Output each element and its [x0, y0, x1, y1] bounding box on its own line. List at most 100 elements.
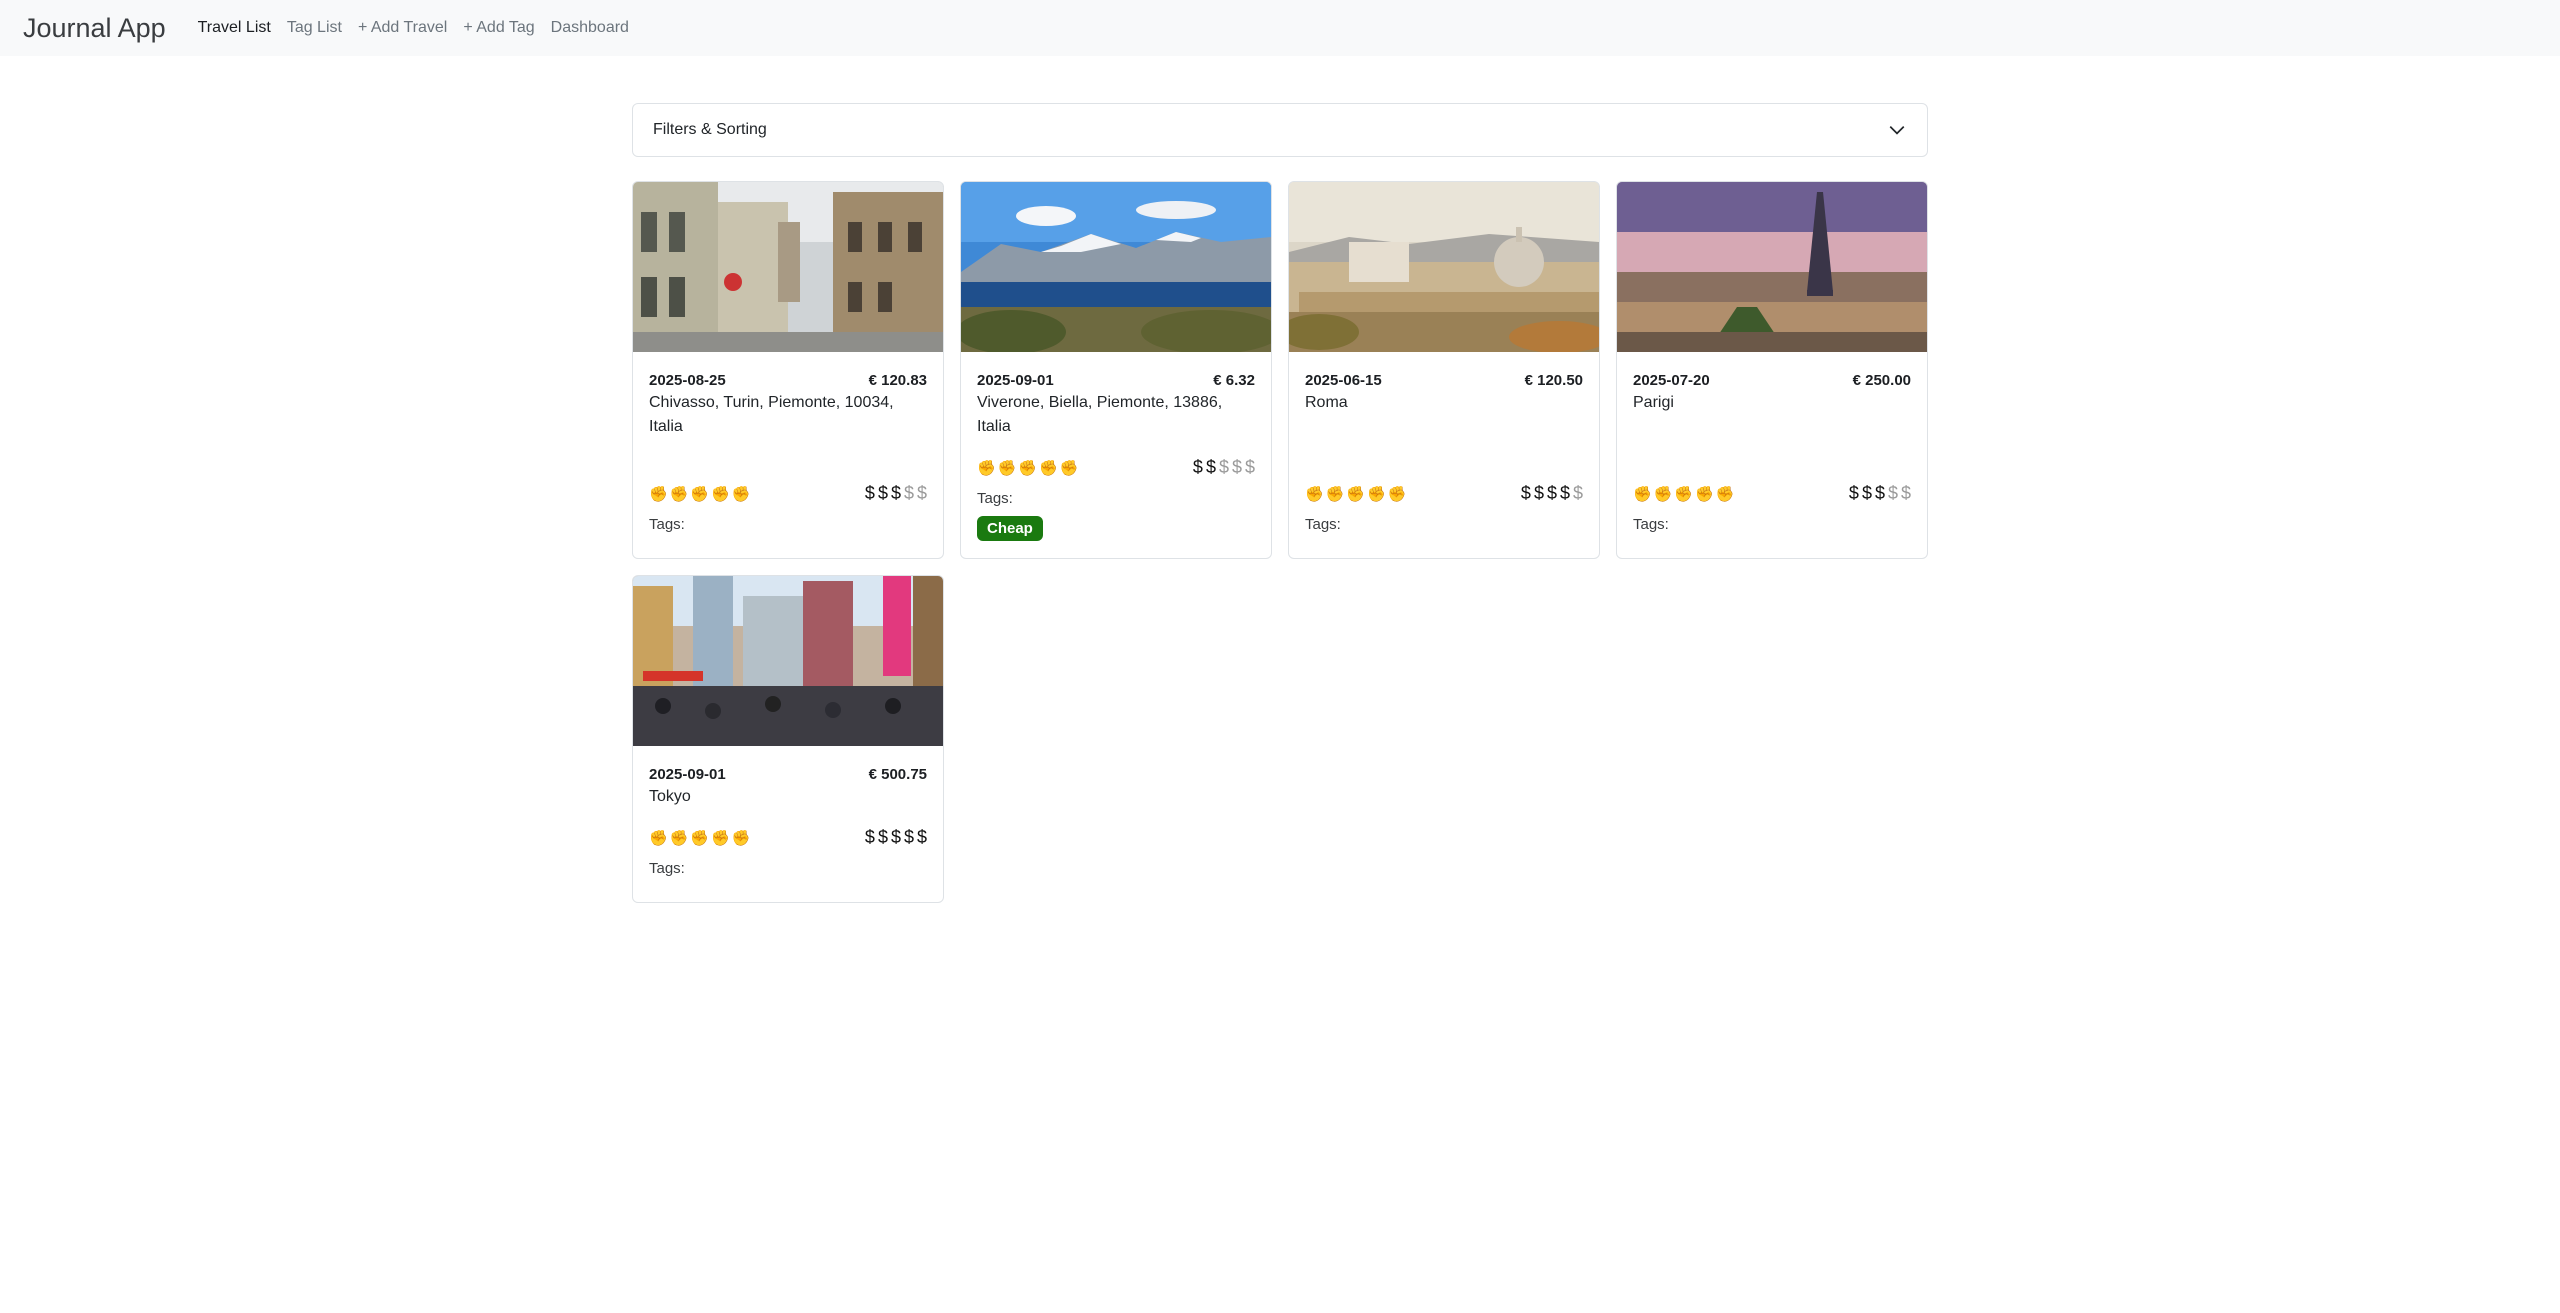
travel-price: € 250.00: [1852, 372, 1911, 389]
travel-price: € 120.50: [1524, 372, 1583, 389]
dollar-icon: $: [864, 483, 875, 503]
fist-icon: ✊: [731, 485, 751, 503]
dollar-icon: $: [1192, 457, 1203, 477]
travel-photo: [633, 182, 943, 352]
card-body: 2025-07-20 € 250.00 Parigi: [1617, 352, 1927, 415]
card-body: 2025-08-25 € 120.83 Chivasso, Turin, Pie…: [633, 352, 943, 439]
dollar-icon: $: [877, 483, 888, 503]
travel-card[interactable]: 2025-08-25 € 120.83 Chivasso, Turin, Pie…: [632, 181, 944, 559]
nav-tag-list[interactable]: Tag List: [287, 19, 342, 37]
fist-icon: ✊: [690, 485, 710, 503]
filters-label: Filters & Sorting: [653, 121, 767, 138]
fist-icon: ✊: [1325, 485, 1345, 503]
dollar-icon: $: [1900, 483, 1911, 503]
dollar-icon: $: [903, 483, 914, 503]
card-body: 2025-09-01 € 6.32 Viverone, Biella, Piem…: [961, 352, 1271, 439]
rating-dollars: $ $ $ $ $: [1521, 483, 1583, 504]
travel-card[interactable]: 2025-09-01 € 6.32 Viverone, Biella, Piem…: [960, 181, 1272, 559]
rating-fists: ✊ ✊ ✊ ✊ ✊: [1633, 485, 1734, 503]
rating-dollars: $ $ $ $ $: [1193, 457, 1255, 478]
tag-badge-cheap[interactable]: Cheap: [977, 516, 1043, 541]
travel-card[interactable]: 2025-09-01 € 500.75 Tokyo ✊ ✊ ✊ ✊ ✊ $ $ $ $ $ Ta…: [632, 575, 944, 903]
dollar-icon: $: [1559, 483, 1570, 503]
fist-icon: ✊: [977, 459, 996, 477]
ratings-row: ✊ ✊ ✊ ✊ ✊ $ $ $ $ $: [1305, 483, 1583, 504]
fist-icon: ✊: [1059, 459, 1079, 477]
main-container: Filters & Sorting 2025-08-25 € 120.83 Ch…: [632, 103, 1928, 903]
nav-add-tag[interactable]: + Add Tag: [463, 19, 534, 37]
rating-fists: ✊ ✊ ✊ ✊ ✊: [1305, 485, 1406, 503]
fist-icon: ✊: [997, 459, 1017, 477]
rating-dollars: $ $ $ $ $: [865, 483, 927, 504]
dollar-icon: $: [1848, 483, 1859, 503]
rating-fists: ✊ ✊ ✊ ✊ ✊: [977, 459, 1078, 477]
dollar-icon: $: [1205, 457, 1216, 477]
navbar: Journal App Travel List Tag List + Add T…: [0, 0, 2560, 56]
dollar-icon: $: [1874, 483, 1885, 503]
travel-place: Roma: [1305, 394, 1348, 411]
fist-icon: ✊: [1715, 485, 1735, 503]
fist-icon: ✊: [1018, 459, 1038, 477]
travel-date: 2025-08-25: [649, 372, 726, 389]
fist-icon: ✊: [731, 829, 751, 847]
tags-label: Tags:: [649, 860, 685, 877]
fist-icon: ✊: [649, 485, 668, 503]
rating-fists: ✊ ✊ ✊ ✊ ✊: [649, 485, 750, 503]
travel-date: 2025-06-15: [1305, 372, 1382, 389]
dollar-icon: $: [1244, 457, 1255, 477]
travel-price: € 6.32: [1213, 372, 1255, 389]
ratings-row: ✊ ✊ ✊ ✊ ✊ $ $ $ $ $: [649, 483, 927, 504]
chevron-down-icon: [1887, 120, 1907, 140]
dollar-icon: $: [1520, 483, 1531, 503]
travel-place: Chivasso, Turin, Piemonte, 10034, Italia: [649, 394, 894, 435]
rating-dollars: $ $ $ $ $: [865, 827, 927, 848]
tags-label: Tags:: [649, 516, 685, 533]
nav-travel-list[interactable]: Travel List: [198, 19, 271, 37]
fist-icon: ✊: [1653, 485, 1673, 503]
tags-label: Tags:: [1305, 516, 1341, 533]
travel-price: € 120.83: [868, 372, 927, 389]
dollar-icon: $: [1861, 483, 1872, 503]
travel-date: 2025-07-20: [1633, 372, 1710, 389]
travel-photo: [633, 576, 943, 746]
dollar-icon: $: [890, 483, 901, 503]
fist-icon: ✊: [1346, 485, 1366, 503]
travel-card[interactable]: 2025-07-20 € 250.00 Parigi ✊ ✊ ✊ ✊ ✊ $ $ $ $ $ T…: [1616, 181, 1928, 559]
ratings-row: ✊ ✊ ✊ ✊ ✊ $ $ $ $ $: [1633, 483, 1911, 504]
dollar-icon: $: [864, 827, 875, 847]
fist-icon: ✊: [649, 829, 668, 847]
dollar-icon: $: [1887, 483, 1898, 503]
rating-fists: ✊ ✊ ✊ ✊ ✊: [649, 829, 750, 847]
ratings-row: ✊ ✊ ✊ ✊ ✊ $ $ $ $ $: [977, 457, 1255, 478]
brand-logo[interactable]: Journal App: [23, 13, 166, 44]
tags-label: Tags:: [1633, 516, 1669, 533]
tags-label: Tags:: [977, 490, 1013, 507]
dollar-icon: $: [1218, 457, 1229, 477]
filters-accordion-toggle[interactable]: Filters & Sorting: [632, 103, 1928, 157]
travel-date: 2025-09-01: [649, 766, 726, 783]
travel-photo: [961, 182, 1271, 352]
travel-place: Parigi: [1633, 394, 1674, 411]
card-body: 2025-06-15 € 120.50 Roma: [1289, 352, 1599, 415]
fist-icon: ✊: [669, 829, 689, 847]
dollar-icon: $: [1572, 483, 1583, 503]
travel-place: Viverone, Biella, Piemonte, 13886, Itali…: [977, 394, 1223, 435]
travel-price: € 500.75: [868, 766, 927, 783]
dollar-icon: $: [1231, 457, 1242, 477]
nav-dashboard[interactable]: Dashboard: [551, 19, 629, 37]
nav-add-travel[interactable]: + Add Travel: [358, 19, 447, 37]
travel-date: 2025-09-01: [977, 372, 1054, 389]
dollar-icon: $: [916, 483, 927, 503]
fist-icon: ✊: [1387, 485, 1407, 503]
card-body: 2025-09-01 € 500.75 Tokyo: [633, 746, 943, 809]
dollar-icon: $: [916, 827, 927, 847]
fist-icon: ✊: [1039, 459, 1058, 477]
fist-icon: ✊: [1674, 485, 1694, 503]
travel-photo: [1289, 182, 1599, 352]
travel-card[interactable]: 2025-06-15 € 120.50 Roma ✊ ✊ ✊ ✊ ✊ $ $ $ $ $ Tag…: [1288, 181, 1600, 559]
travel-photo: [1617, 182, 1927, 352]
dollar-icon: $: [890, 827, 901, 847]
fist-icon: ✊: [711, 829, 730, 847]
rating-dollars: $ $ $ $ $: [1849, 483, 1911, 504]
fist-icon: ✊: [1633, 485, 1652, 503]
